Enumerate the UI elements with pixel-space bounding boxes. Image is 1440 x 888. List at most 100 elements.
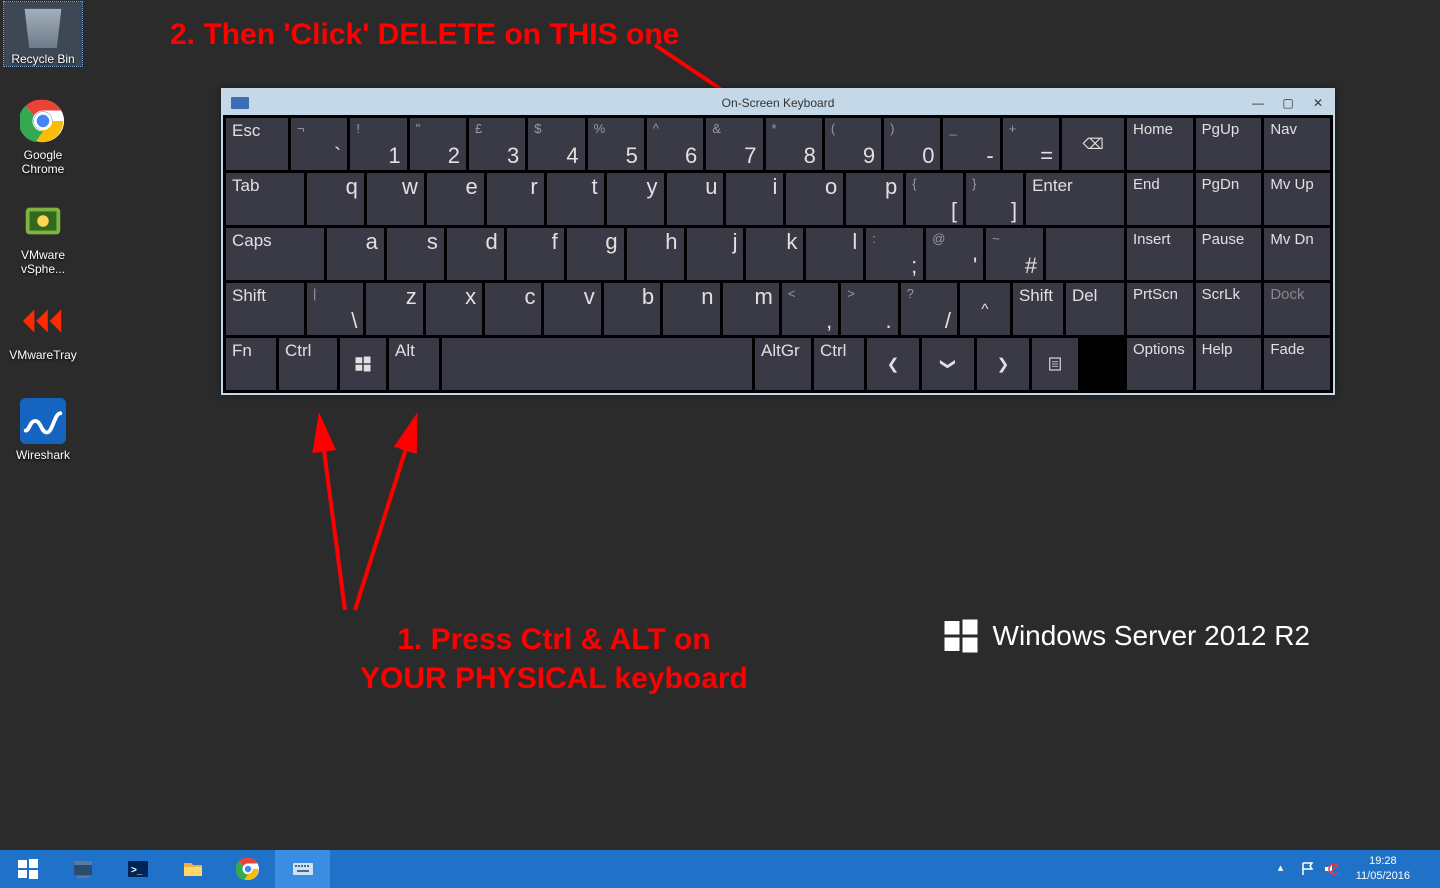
osk-key-j[interactable]: j <box>687 228 744 280</box>
osk-key-key[interactable]: ~# <box>986 228 1043 280</box>
osk-key-mvdn[interactable]: Mv Dn <box>1264 228 1330 280</box>
osk-key-ctrl[interactable]: Ctrl <box>814 338 864 390</box>
osk-key-insert[interactable]: Insert <box>1127 228 1193 280</box>
tray-flag-icon[interactable] <box>1300 861 1316 877</box>
osk-key-key[interactable]: @' <box>926 228 983 280</box>
osk-key-m[interactable]: m <box>723 283 779 335</box>
osk-key-4[interactable]: $4 <box>528 118 584 170</box>
desktop-icon-wireshark[interactable]: Wireshark <box>4 398 82 462</box>
osk-key-8[interactable]: *8 <box>766 118 822 170</box>
taskbar-chrome[interactable] <box>220 850 275 888</box>
osk-key-key[interactable]: >. <box>841 283 897 335</box>
desktop-icon-vmware-tray[interactable]: VMwareTray <box>4 298 82 362</box>
osk-key-pause[interactable]: Pause <box>1196 228 1262 280</box>
osk-key-r[interactable]: r <box>487 173 544 225</box>
osk-key-options[interactable]: Options <box>1127 338 1193 390</box>
osk-key-9[interactable]: (9 <box>825 118 881 170</box>
osk-key-caps[interactable]: Caps <box>226 228 324 280</box>
taskbar[interactable]: >_ ▴ 19:28 11/05/2016 <box>0 850 1440 888</box>
osk-key-x[interactable]: x <box>426 283 482 335</box>
taskbar-file-explorer[interactable] <box>165 850 220 888</box>
osk-key-enter[interactable]: Enter <box>1026 173 1124 225</box>
osk-key-a[interactable]: a <box>327 228 384 280</box>
osk-key-key[interactable]: ¬` <box>291 118 347 170</box>
osk-key-fade[interactable]: Fade <box>1264 338 1330 390</box>
osk-key-e[interactable]: e <box>427 173 484 225</box>
osk-key-s[interactable]: s <box>387 228 444 280</box>
osk-key-k[interactable]: k <box>746 228 803 280</box>
osk-key-i[interactable]: i <box>726 173 783 225</box>
osk-key-key[interactable] <box>442 338 752 390</box>
osk-titlebar[interactable]: On-Screen Keyboard — ▢ ✕ <box>223 90 1333 115</box>
tray-icons[interactable]: ▴ <box>1278 861 1338 877</box>
osk-key-n[interactable]: n <box>663 283 719 335</box>
osk-key-pgdn[interactable]: PgDn <box>1196 173 1262 225</box>
osk-key-o[interactable]: o <box>786 173 843 225</box>
minimize-button[interactable]: — <box>1243 90 1273 115</box>
osk-key-key[interactable]: ❮ <box>867 338 919 390</box>
osk-key-alt[interactable]: Alt <box>389 338 439 390</box>
osk-key-b[interactable]: b <box>604 283 660 335</box>
osk-window[interactable]: On-Screen Keyboard — ▢ ✕ Esc¬`!1"2£3$4%5… <box>221 88 1335 395</box>
desktop-icon-google-chrome[interactable]: Google Chrome <box>4 98 82 176</box>
taskbar-powershell[interactable]: >_ <box>110 850 165 888</box>
osk-key-dock[interactable]: Dock <box>1264 283 1330 335</box>
osk-key-end[interactable]: End <box>1127 173 1193 225</box>
osk-key-key[interactable]: _- <box>943 118 999 170</box>
osk-key-win[interactable] <box>340 338 386 390</box>
osk-key-6[interactable]: ^6 <box>647 118 703 170</box>
start-button[interactable] <box>0 850 55 888</box>
taskbar-osk[interactable] <box>275 850 330 888</box>
system-tray[interactable]: ▴ 19:28 11/05/2016 <box>1274 850 1440 888</box>
maximize-button[interactable]: ▢ <box>1273 90 1303 115</box>
osk-key-altgr[interactable]: AltGr <box>755 338 811 390</box>
osk-key-key[interactable]: |\ <box>307 283 363 335</box>
osk-key-shift[interactable]: Shift <box>1013 283 1063 335</box>
osk-key-key[interactable]: ❯ <box>977 338 1029 390</box>
osk-key-prtscn[interactable]: PrtScn <box>1127 283 1193 335</box>
desktop-icon-vmware-vsphere[interactable]: VMware vSphe... <box>4 198 82 276</box>
close-button[interactable]: ✕ <box>1303 90 1333 115</box>
osk-key-3[interactable]: £3 <box>469 118 525 170</box>
osk-key-ctrl[interactable]: Ctrl <box>279 338 337 390</box>
osk-key-scrlk[interactable]: ScrLk <box>1196 283 1262 335</box>
osk-key-7[interactable]: &7 <box>706 118 762 170</box>
osk-key-help[interactable]: Help <box>1196 338 1262 390</box>
osk-key-d[interactable]: d <box>447 228 504 280</box>
osk-key-key[interactable]: ^ <box>960 283 1010 335</box>
osk-key-u[interactable]: u <box>667 173 724 225</box>
osk-key-home[interactable]: Home <box>1127 118 1193 170</box>
taskbar-server-manager[interactable] <box>55 850 110 888</box>
osk-key-esc[interactable]: Esc <box>226 118 288 170</box>
osk-key-v[interactable]: v <box>544 283 600 335</box>
osk-key-2[interactable]: "2 <box>410 118 466 170</box>
osk-key-key[interactable]: :; <box>866 228 923 280</box>
osk-key-t[interactable]: t <box>547 173 604 225</box>
osk-key-q[interactable]: q <box>307 173 364 225</box>
osk-key-tab[interactable]: Tab <box>226 173 304 225</box>
osk-key-mvup[interactable]: Mv Up <box>1264 173 1330 225</box>
osk-key-w[interactable]: w <box>367 173 424 225</box>
osk-key-key[interactable]: <, <box>782 283 838 335</box>
osk-key-menu[interactable] <box>1032 338 1078 390</box>
osk-key-shift[interactable]: Shift <box>226 283 304 335</box>
osk-key-f[interactable]: f <box>507 228 564 280</box>
osk-key-key[interactable]: {[ <box>906 173 963 225</box>
osk-key-fn[interactable]: Fn <box>226 338 276 390</box>
osk-key-key[interactable] <box>1046 228 1124 280</box>
osk-key-y[interactable]: y <box>607 173 664 225</box>
osk-key-key[interactable]: ⌫ <box>1062 118 1124 170</box>
osk-key-5[interactable]: %5 <box>588 118 644 170</box>
osk-key-key[interactable]: }] <box>966 173 1023 225</box>
osk-key-0[interactable]: )0 <box>884 118 940 170</box>
osk-key-h[interactable]: h <box>627 228 684 280</box>
osk-key-l[interactable]: l <box>806 228 863 280</box>
osk-key-key[interactable]: ❯ <box>922 338 974 390</box>
osk-key-g[interactable]: g <box>567 228 624 280</box>
osk-key-del[interactable]: Del <box>1066 283 1124 335</box>
osk-key-key[interactable]: += <box>1003 118 1059 170</box>
osk-key-p[interactable]: p <box>846 173 903 225</box>
osk-key-nav[interactable]: Nav <box>1264 118 1330 170</box>
osk-key-1[interactable]: !1 <box>350 118 406 170</box>
desktop[interactable]: Recycle Bin Google Chrome VMware vSphe..… <box>0 0 1440 850</box>
